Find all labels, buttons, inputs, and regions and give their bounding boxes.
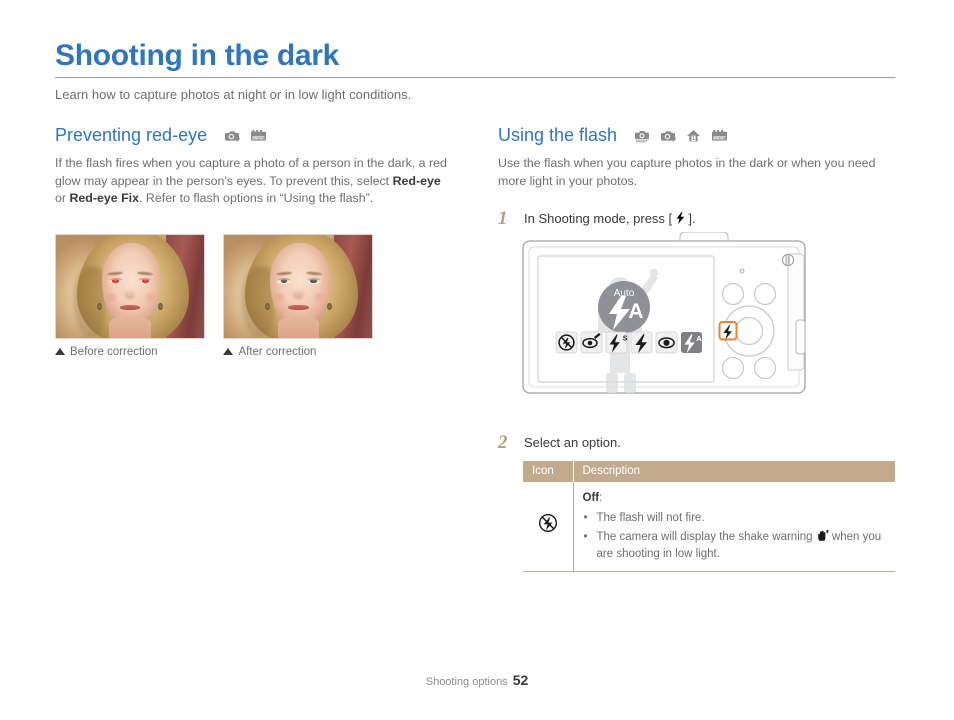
svg-text:p: p [236, 136, 240, 142]
table-cell-description: Off: The flash will not fire. The camera… [573, 482, 895, 572]
caption-after: After correction [223, 345, 373, 359]
body-part-3: . Refer to flash options in “Using the f… [139, 191, 374, 205]
page-footer: Shooting options 52 [0, 672, 954, 688]
right-column: Using the flash SMART p 1 SCENE Use the … [498, 124, 898, 229]
caption-triangle-icon [223, 348, 234, 355]
page-number: 52 [512, 672, 529, 688]
bullet-text-before: The camera will display the shake warnin… [596, 531, 816, 543]
table-row: Off: The flash will not fire. The camera… [523, 482, 895, 572]
page-header: Shooting in the dark Learn how to captur… [55, 38, 895, 103]
option-name-suffix: : [599, 492, 603, 504]
scene-mode-icon: SCENE [711, 129, 728, 143]
svg-text:SCENE: SCENE [714, 136, 726, 140]
list-item: The flash will not fire. [584, 510, 887, 527]
table-header-description: Description [573, 461, 895, 482]
body-part-2: or [55, 191, 70, 205]
svg-text:1: 1 [693, 136, 696, 142]
step-2: 2 Select an option. [498, 432, 898, 453]
flash-button-highlight [718, 321, 738, 341]
photo-before-correction [55, 234, 205, 339]
table-header-icon: Icon [523, 461, 574, 482]
step-2-text: Select an option. [524, 435, 621, 450]
left-column: Preventing red-eye p SCENE If the flash … [55, 124, 455, 208]
step-1-text-after: ]. [688, 211, 696, 226]
body-part-1: If the flash fires when you capture a ph… [55, 156, 447, 188]
svg-text:SCENE: SCENE [253, 136, 265, 140]
scene-person-icon: 1 [686, 129, 701, 143]
caption-before-text: Before correction [70, 346, 158, 358]
caption-before: Before correction [55, 345, 205, 359]
svg-text:p: p [672, 136, 676, 142]
section-title-using-the-flash: Using the flash [498, 125, 618, 145]
comparison-photos: Before correction After correction [55, 234, 387, 359]
page-title: Shooting in the dark [55, 39, 339, 72]
flash-off-icon [538, 514, 558, 536]
using-the-flash-intro: Use the flash when you capture photos in… [498, 156, 876, 188]
mode-icon-group-left: p SCENE [224, 127, 272, 145]
photo-item-before: Before correction [55, 234, 205, 359]
photo-item-after: After correction [223, 234, 374, 359]
flash-icon [672, 211, 688, 226]
step-2-number: 2 [498, 432, 508, 453]
caption-triangle-icon [55, 348, 65, 355]
caption-after-text: After correction [238, 346, 317, 358]
option-bullet-list: The flash will not fire. The camera will… [583, 510, 887, 563]
manual-page: Shooting in the dark Learn how to captur… [0, 0, 954, 720]
table-cell-icon [523, 482, 574, 572]
term-red-eye-fix: Red-eye Fix [69, 191, 140, 205]
camera-program-icon: p [660, 129, 677, 143]
svg-text:S: S [623, 336, 628, 343]
svg-text:A: A [628, 300, 643, 323]
list-item: The camera will display the shake warnin… [584, 529, 887, 562]
scene-mode-icon: SCENE [250, 129, 267, 143]
svg-text:A: A [696, 334, 702, 343]
term-red-eye: Red-eye [392, 173, 441, 188]
camera-illustration: Auto A S A [520, 231, 810, 422]
step-1-number: 1 [498, 208, 508, 229]
svg-text:SMART: SMART [635, 139, 648, 143]
step-1-text-before: In Shooting mode, press [ [524, 211, 673, 226]
photo-after-correction [223, 234, 374, 339]
mode-icon-group-right: SMART p 1 SCENE [634, 127, 733, 145]
option-name: Off [582, 492, 600, 504]
footer-label: Shooting options [425, 676, 508, 688]
step-1: 1 In Shooting mode, press [ ]. [498, 208, 898, 229]
preventing-red-eye-body: If the flash fires when you capture a ph… [55, 155, 455, 208]
camera-program-icon: p [224, 129, 241, 143]
shake-warning-icon [816, 529, 832, 543]
step-1-text: In Shooting mode, press [ ]. [524, 211, 696, 226]
flash-options-table: Icon Description Off: • The flash will n… [523, 461, 895, 572]
section-title-preventing-red-eye: Preventing red-eye [55, 125, 208, 145]
smart-auto-icon: SMART [634, 129, 651, 143]
screen-auto-flash-badge: Auto A [598, 281, 650, 333]
page-subtitle: Learn how to capture photos at night or … [55, 87, 412, 102]
table-header-row: Icon Description [523, 461, 895, 482]
title-divider [55, 77, 895, 78]
